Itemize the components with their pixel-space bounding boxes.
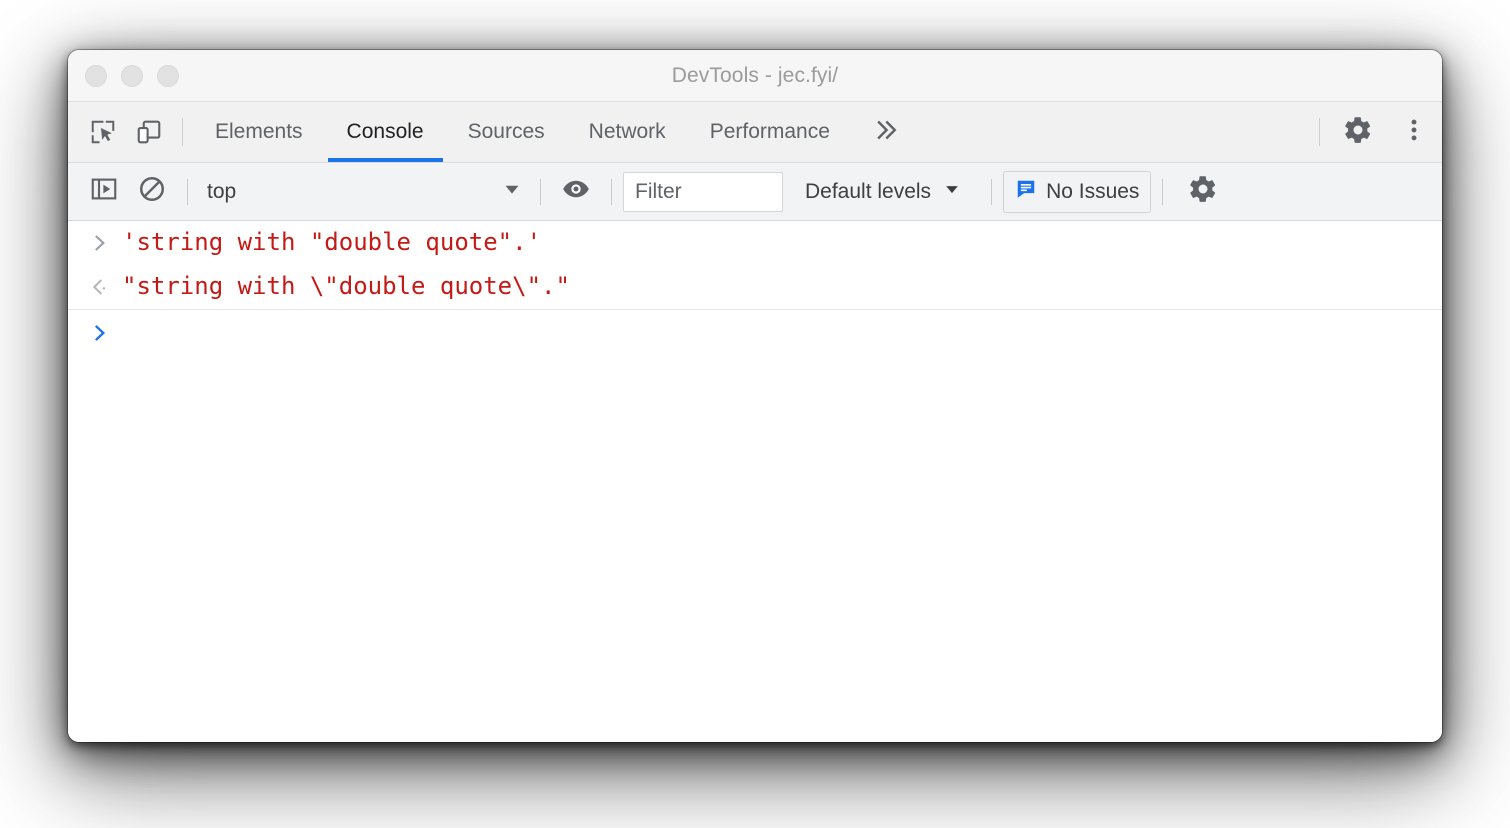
more-tabs-button[interactable] xyxy=(852,102,920,162)
tab-sources[interactable]: Sources xyxy=(446,102,567,162)
tab-performance-label: Performance xyxy=(709,120,830,143)
triangle-down-icon xyxy=(501,178,523,205)
eye-icon xyxy=(560,173,592,210)
console-toolbar: top Filter Default levels No Issues xyxy=(68,163,1442,221)
console-sidebar-icon xyxy=(89,174,119,209)
execution-context-value: top xyxy=(207,179,237,203)
devtools-settings-button[interactable] xyxy=(1330,102,1386,162)
clear-console-button[interactable] xyxy=(128,163,176,221)
console-toolbar-divider-4 xyxy=(991,178,993,205)
devtools-window: DevTools - jec.fyi/ Elements Console Sou… xyxy=(68,50,1442,742)
console-prompt-row[interactable] xyxy=(68,310,1442,356)
issues-counter-label: No Issues xyxy=(1046,179,1140,203)
inspect-element-button[interactable] xyxy=(80,102,126,162)
tab-elements[interactable]: Elements xyxy=(193,102,325,162)
toggle-device-toolbar-button[interactable] xyxy=(126,102,172,162)
device-toolbar-icon xyxy=(135,118,163,146)
console-toolbar-divider-3 xyxy=(611,178,612,205)
console-input-row[interactable]: 'string with "double quote".' xyxy=(68,221,1442,265)
tabbar-right-group xyxy=(1309,102,1442,162)
console-toolbar-divider-2 xyxy=(540,178,541,205)
console-result-text: "string with \"double quote\"." xyxy=(122,272,570,301)
inspect-element-icon xyxy=(89,118,117,146)
devtools-tabbar: Elements Console Sources Network Perform… xyxy=(68,102,1442,163)
window-traffic-lights xyxy=(85,50,179,101)
tab-network[interactable]: Network xyxy=(567,102,688,162)
gear-icon xyxy=(1188,174,1218,209)
clear-console-icon xyxy=(137,174,167,209)
tab-elements-label: Elements xyxy=(215,120,303,143)
close-window-button[interactable] xyxy=(85,64,107,87)
devtools-main-menu-button[interactable] xyxy=(1386,102,1442,162)
tab-sources-label: Sources xyxy=(467,120,545,143)
tabbar-divider-1 xyxy=(182,118,183,146)
gear-icon xyxy=(1343,115,1373,150)
screenshot-root: DevTools - jec.fyi/ Elements Console Sou… xyxy=(0,0,1510,828)
issues-bubble-icon xyxy=(1015,178,1037,205)
console-filter-placeholder: Filter xyxy=(635,179,682,203)
console-filter-input[interactable]: Filter xyxy=(623,171,783,212)
execution-context-selector[interactable]: top xyxy=(199,178,529,205)
issues-counter-button[interactable]: No Issues xyxy=(1003,170,1152,213)
tabbar-divider-2 xyxy=(1319,118,1320,146)
console-input-text: 'string with "double quote".' xyxy=(122,228,542,257)
console-toolbar-divider-5 xyxy=(1162,178,1164,205)
window-title: DevTools - jec.fyi/ xyxy=(671,63,839,87)
window-titlebar: DevTools - jec.fyi/ xyxy=(68,50,1442,102)
kebab-menu-icon xyxy=(1400,116,1428,149)
triangle-down-icon xyxy=(942,179,962,204)
prompt-chevron-right-icon xyxy=(90,323,122,343)
input-chevron-right-icon xyxy=(90,233,122,253)
log-levels-dropdown[interactable]: Default levels xyxy=(787,179,980,204)
log-levels-label: Default levels xyxy=(805,179,932,203)
console-toolbar-divider-1 xyxy=(187,178,188,205)
result-chevron-left-icon xyxy=(90,277,122,297)
maximize-window-button[interactable] xyxy=(157,64,179,87)
console-message-list[interactable]: 'string with "double quote".' "string wi… xyxy=(68,221,1442,742)
create-live-expression-button[interactable] xyxy=(552,163,600,221)
console-settings-button[interactable] xyxy=(1174,163,1232,221)
tab-console[interactable]: Console xyxy=(325,102,446,162)
chevron-double-right-icon xyxy=(872,116,900,149)
tab-console-label: Console xyxy=(346,120,424,143)
console-result-row[interactable]: "string with \"double quote\"." xyxy=(68,265,1442,309)
tab-network-label: Network xyxy=(588,120,666,143)
minimize-window-button[interactable] xyxy=(121,64,143,87)
tab-performance[interactable]: Performance xyxy=(688,102,852,162)
console-sidebar-toggle-button[interactable] xyxy=(80,163,128,221)
